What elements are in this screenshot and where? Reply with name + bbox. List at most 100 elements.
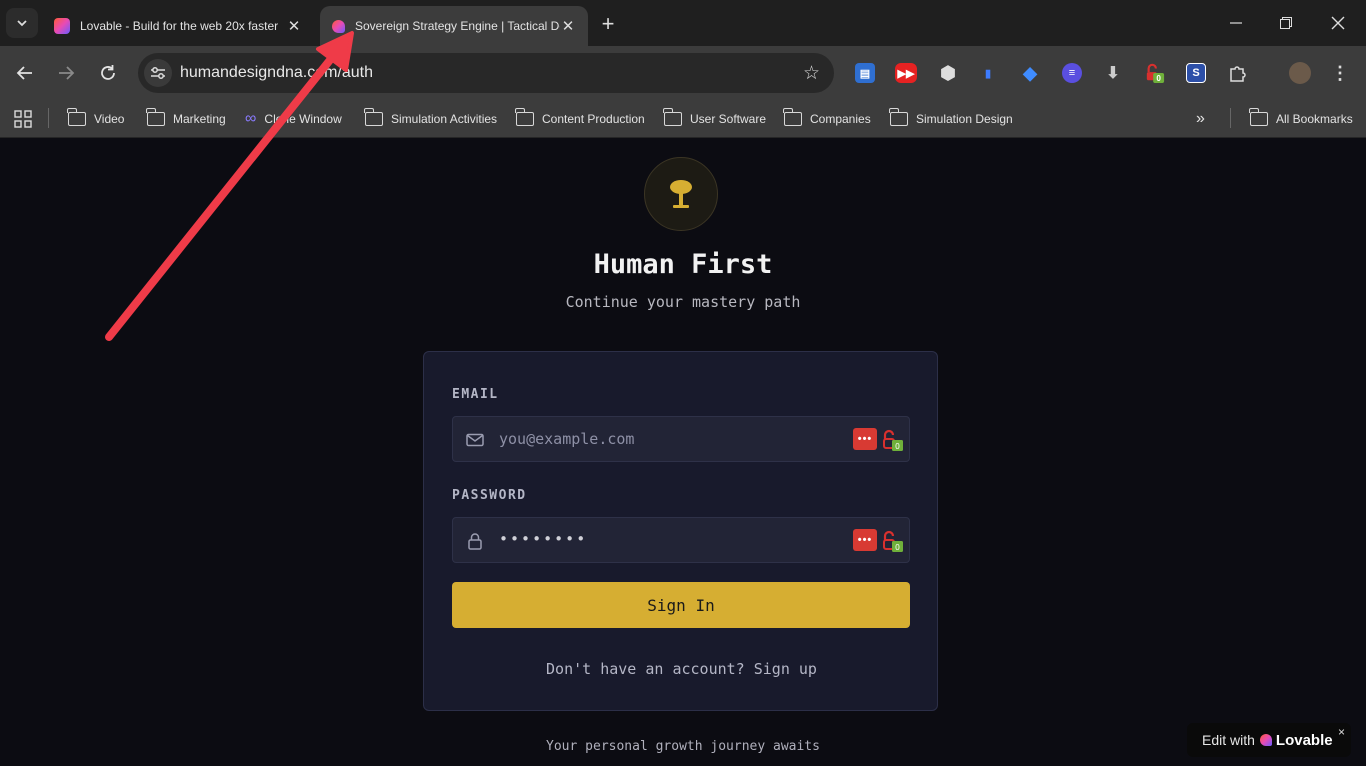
tune-icon [151, 67, 165, 79]
new-tab-button[interactable]: + [596, 11, 620, 36]
bookmark-folder-simulation-design[interactable]: Simulation Design [889, 108, 1013, 130]
url-text: humandesigndna.com/auth [180, 64, 374, 81]
bookmark-label: Companies [810, 112, 871, 126]
sign-in-button[interactable]: Sign In [452, 582, 910, 628]
bookmarks-bar: Video Marketing ∞ Clone Window Simulation… [0, 100, 1366, 138]
tab-search-button[interactable] [6, 8, 38, 38]
apps-grid-icon[interactable] [14, 108, 32, 130]
mail-icon [466, 433, 484, 447]
footer-tagline: Your personal growth journey awaits [546, 739, 820, 754]
tab-strip: Lovable - Build for the web 20x faster ✕… [0, 0, 1366, 46]
close-icon[interactable]: ✕ [286, 18, 302, 35]
svg-text:0: 0 [895, 442, 900, 451]
minimize-icon [1230, 22, 1242, 24]
bookmark-folder-video[interactable]: Video [67, 108, 125, 130]
extensions-puzzle-icon[interactable] [1228, 63, 1248, 83]
reload-button[interactable] [93, 58, 123, 88]
all-bookmarks-folder[interactable]: All Bookmarks [1249, 108, 1353, 130]
bookmark-label: Simulation Activities [391, 112, 498, 126]
bookmark-label: Clone Window [264, 112, 342, 126]
bookmark-label: Video [94, 112, 125, 126]
close-icon[interactable]: ✕ [560, 18, 576, 35]
lock-icon [468, 533, 482, 550]
bookmark-label: All Bookmarks [1276, 112, 1353, 126]
browser-toolbar: humandesigndna.com/auth ☆ ▤ ▶▶ ⬢ ▮ ◆ ≡ ⬇… [0, 46, 1366, 100]
lovable-favicon-icon [332, 19, 345, 33]
password-field[interactable]: •••••••• ••• 0 [452, 517, 910, 563]
extension-stack-icon[interactable]: ≡ [1062, 63, 1082, 83]
bookmark-star-icon[interactable]: ☆ [803, 62, 820, 85]
profile-avatar[interactable] [1289, 62, 1311, 84]
password-label: PASSWORD [452, 488, 527, 503]
restore-icon [1280, 17, 1292, 29]
lovable-favicon-icon [54, 18, 70, 34]
menu-kebab-icon[interactable]: ⋮ [1330, 63, 1350, 83]
extension-screenshot-icon[interactable]: ▤ [855, 63, 875, 83]
bookmark-label: Content Production [542, 112, 645, 126]
folder-icon [1249, 108, 1268, 126]
app-logo [644, 157, 718, 231]
password-value: •••••••• [499, 530, 588, 548]
page-subtitle: Continue your mastery path [565, 293, 801, 311]
folder-icon [146, 108, 165, 126]
email-field[interactable] [499, 417, 839, 461]
extension-hexagon-icon[interactable]: ⬢ [938, 63, 958, 83]
site-info-button[interactable] [144, 59, 172, 87]
folder-icon [515, 108, 534, 126]
bookmark-clone-window[interactable]: ∞ Clone Window [245, 108, 342, 130]
restore-button[interactable] [1260, 0, 1312, 46]
bookmark-divider [1230, 108, 1231, 128]
badge-prefix: Edit with [1202, 732, 1255, 748]
infinity-icon: ∞ [245, 110, 257, 127]
email-label: EMAIL [452, 387, 499, 402]
signup-prompt-text: Don't have an account? [546, 660, 745, 678]
signup-prompt: Don't have an account? Sign up [424, 660, 939, 678]
folder-icon [67, 108, 86, 126]
folder-icon [889, 108, 908, 126]
reload-icon [101, 65, 115, 80]
password-manager-autofill-button[interactable]: ••• [853, 529, 877, 551]
arrow-left-icon [16, 66, 32, 80]
login-card: EMAIL ••• 0 PASSWORD •••••••• ••• 0 Sign… [423, 351, 938, 711]
more-bookmarks-chevron-icon[interactable]: » [1196, 108, 1205, 130]
extension-badge-count: 0 [1156, 74, 1161, 83]
bookmark-folder-companies[interactable]: Companies [783, 108, 871, 130]
arrow-right-icon [59, 66, 75, 80]
extension-diamond-icon[interactable]: ◆ [1020, 63, 1040, 83]
extension-download-icon[interactable]: ⬇ [1103, 63, 1123, 83]
close-icon [1331, 16, 1345, 30]
extension-s-icon[interactable]: S [1186, 63, 1206, 83]
bookmark-label: User Software [690, 112, 767, 126]
bookmark-label: Marketing [173, 112, 226, 126]
tab-lovable[interactable]: Lovable - Build for the web 20x faster ✕ [42, 6, 314, 46]
address-bar[interactable]: humandesigndna.com/auth ☆ [138, 53, 834, 93]
tab-sovereign-strategy[interactable]: Sovereign Strategy Engine | Tactical Dec… [320, 6, 588, 46]
lovable-heart-icon [1259, 734, 1272, 746]
bookmark-folder-simulation-activities[interactable]: Simulation Activities [364, 108, 498, 130]
forward-button[interactable] [51, 58, 81, 88]
bookmark-divider [48, 108, 49, 128]
folder-icon [783, 108, 802, 126]
extension-password-manager-icon[interactable]: 0 [1145, 63, 1165, 83]
chevron-down-icon [17, 20, 27, 27]
email-field-wrapper: ••• 0 [452, 416, 910, 462]
password-manager-lock-icon[interactable]: 0 [881, 529, 905, 553]
back-button[interactable] [10, 58, 40, 88]
edit-with-lovable-badge[interactable]: Edit with Lovable × [1187, 723, 1351, 757]
sign-up-link[interactable]: Sign up [754, 660, 817, 678]
minimize-button[interactable] [1210, 0, 1262, 46]
extension-blue-icon[interactable]: ▮ [978, 63, 998, 83]
password-manager-lock-icon[interactable]: 0 [881, 428, 905, 452]
folder-icon [663, 108, 682, 126]
close-badge-icon[interactable]: × [1338, 725, 1345, 739]
password-manager-autofill-button[interactable]: ••• [853, 428, 877, 450]
bookmark-folder-user-software[interactable]: User Software [663, 108, 767, 130]
close-window-button[interactable] [1312, 0, 1364, 46]
svg-text:0: 0 [895, 543, 900, 552]
auth-page: Human First Continue your mastery path E… [0, 139, 1366, 766]
bookmark-folder-content-production[interactable]: Content Production [515, 108, 645, 130]
folder-icon [364, 108, 383, 126]
bookmark-folder-marketing[interactable]: Marketing [146, 108, 226, 130]
extension-video-icon[interactable]: ▶▶ [895, 63, 917, 83]
page-title: Human First [593, 249, 773, 280]
